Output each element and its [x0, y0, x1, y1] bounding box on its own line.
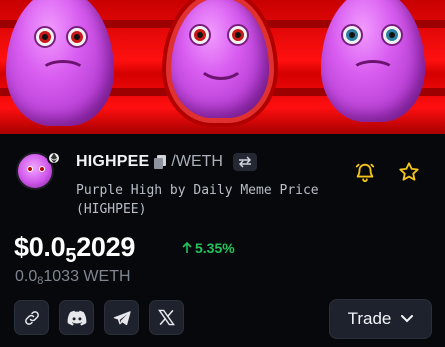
bell-alert-icon: [354, 161, 376, 183]
blob-eye: [341, 24, 363, 46]
sad-blob-image: [6, 0, 114, 126]
token-symbol: HIGHPEE: [76, 153, 150, 170]
blob-mouth: [351, 60, 395, 82]
price-alert-button[interactable]: [351, 158, 379, 186]
price-weth: 0.081033 WETH: [15, 268, 131, 287]
token-full-name: Purple High by Daily Meme Price (HIGHPEE…: [76, 183, 319, 217]
telegram-link-button[interactable]: [104, 300, 139, 335]
copy-icon[interactable]: [153, 154, 167, 170]
website-link-button[interactable]: [14, 300, 49, 335]
swap-pair-button[interactable]: [232, 153, 257, 171]
blob-eye: [34, 26, 56, 48]
token-title-row: HIGHPEE /WETH: [76, 152, 257, 172]
chevron-down-icon: [401, 315, 414, 323]
link-icon: [23, 309, 41, 327]
blob-eye: [189, 24, 211, 46]
trade-dropdown-button[interactable]: Trade: [329, 299, 432, 339]
happy-blob-image: [171, 0, 269, 118]
blob-mouth: [197, 46, 245, 80]
telegram-icon: [113, 310, 131, 326]
discord-link-button[interactable]: [59, 300, 94, 335]
sad-blob-blue-eyes-image: [321, 0, 425, 122]
price-change: 5.35%: [182, 240, 235, 256]
trade-label: Trade: [347, 309, 392, 328]
blob-eye: [227, 24, 249, 46]
swap-arrows-icon: [238, 156, 252, 168]
arrow-up-icon: [182, 242, 192, 254]
x-link-button[interactable]: [149, 300, 184, 335]
blob-eye: [66, 26, 88, 48]
blob-mouth: [40, 60, 86, 84]
ethereum-icon: [47, 151, 61, 165]
favorite-button[interactable]: [395, 158, 423, 186]
price-usd: $0.052029: [14, 232, 136, 267]
discord-icon: [67, 310, 87, 326]
quote-pair: /WETH: [171, 153, 223, 170]
token-banner: [0, 0, 445, 134]
blob-eye: [381, 24, 403, 46]
star-icon: [398, 161, 420, 183]
x-icon: [158, 309, 175, 326]
